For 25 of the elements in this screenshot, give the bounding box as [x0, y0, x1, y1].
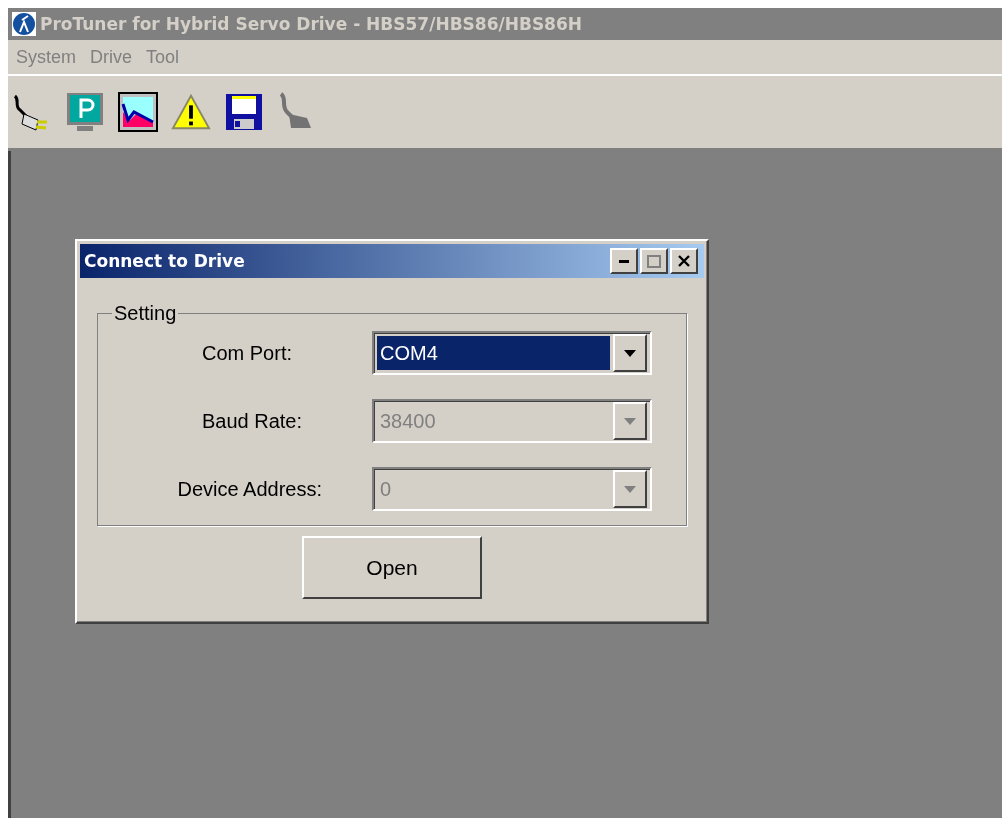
minimize-icon: [619, 259, 629, 263]
maximize-button[interactable]: [640, 248, 668, 274]
app-logo-icon: [12, 12, 36, 36]
field-label: Baud Rate:: [201, 409, 302, 433]
dropdown-arrow-icon: [624, 349, 636, 357]
field-label: Com Port:: [201, 341, 292, 365]
menu-item[interactable]: Tool: [146, 46, 180, 68]
group-label: Setting: [113, 302, 178, 325]
close-icon: [678, 255, 690, 267]
field-label: Device Address:: [177, 477, 322, 501]
window-title: ProTuner for Hybrid Servo Drive - HBS57/HBS86/HBS86H: [40, 14, 582, 34]
toolbar-button[interactable]: [118, 90, 158, 134]
maximize-icon: [647, 254, 661, 268]
warning-icon: [171, 93, 211, 131]
dropdown-arrow-icon: [624, 485, 636, 493]
menu-item[interactable]: System: [16, 46, 76, 68]
open-button[interactable]: Open: [302, 536, 482, 599]
dialog-title: Connect to Drive: [84, 251, 245, 271]
chart-icon: [118, 92, 158, 132]
menu-item[interactable]: Drive: [90, 46, 133, 68]
dropdown-arrow-icon: [624, 417, 636, 425]
monitor-icon: [65, 91, 105, 133]
dropdown-field[interactable]: COM4: [372, 331, 652, 375]
close-button[interactable]: [670, 248, 698, 274]
minimize-button[interactable]: [610, 248, 638, 274]
